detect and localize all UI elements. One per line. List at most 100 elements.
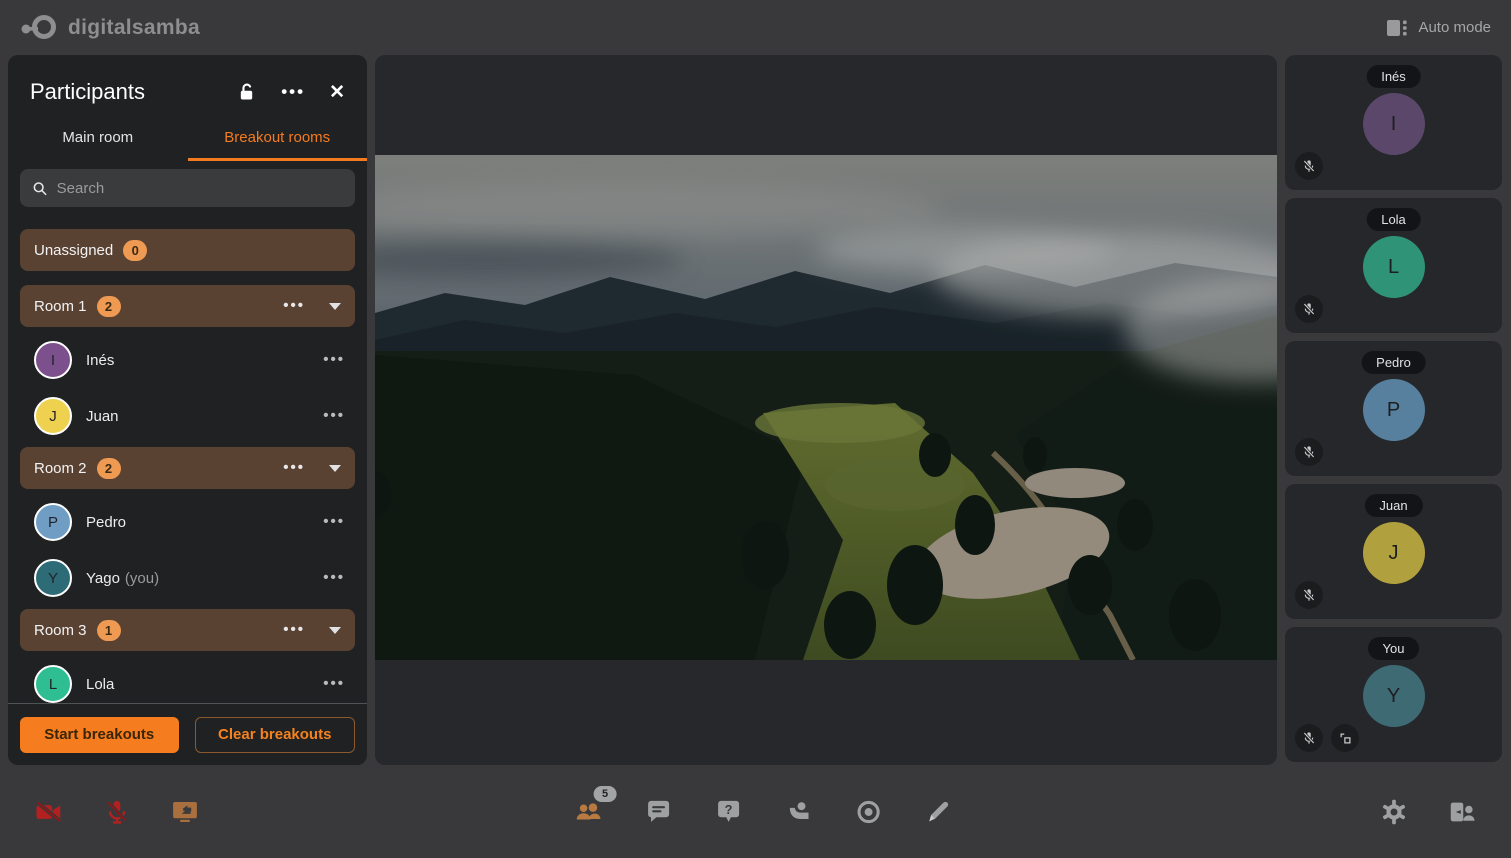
mic-muted-icon <box>1295 152 1323 180</box>
participant-row[interactable]: L Lola ••• <box>20 659 355 709</box>
collapse-room-icon[interactable] <box>329 627 341 634</box>
room-options-icon[interactable]: ••• <box>283 464 305 472</box>
mic-muted-icon <box>1295 438 1323 466</box>
unlock-icon[interactable] <box>236 81 257 103</box>
start-breakouts-button[interactable]: Start breakouts <box>20 717 179 753</box>
panel-title: Participants <box>30 79 236 105</box>
main-stage <box>375 55 1277 765</box>
unassigned-section[interactable]: Unassigned 0 <box>20 229 355 271</box>
room-name: Room 3 <box>34 622 87 639</box>
room-name: Room 2 <box>34 460 87 477</box>
bottom-toolbar: 5 ? <box>0 765 1511 858</box>
participant-name: Inés <box>86 352 114 369</box>
settings-icon[interactable] <box>1379 797 1409 827</box>
avatar: P <box>1363 379 1425 441</box>
room-count-badge: 1 <box>97 620 121 641</box>
collapse-room-icon[interactable] <box>329 465 341 472</box>
shared-video-feed <box>375 155 1277 660</box>
mic-muted-icon <box>1295 581 1323 609</box>
mic-off-icon[interactable] <box>102 797 132 827</box>
participant-name: Juan <box>86 408 119 425</box>
participant-row[interactable]: J Juan ••• <box>20 391 355 441</box>
more-options-icon[interactable]: ••• <box>281 87 305 97</box>
tile-name-badge: Lola <box>1366 208 1421 231</box>
digitalsamba-logo-icon <box>20 15 58 41</box>
room-header[interactable]: Room 1 2 ••• <box>20 285 355 327</box>
participant-name: Pedro <box>86 514 126 531</box>
participant-you-suffix: (you) <box>125 570 159 587</box>
room-header[interactable]: Room 3 1 ••• <box>20 609 355 651</box>
room-options-icon[interactable]: ••• <box>283 626 305 634</box>
unassigned-label: Unassigned <box>34 242 113 259</box>
search-input[interactable] <box>57 180 343 197</box>
participant-options-icon[interactable]: ••• <box>323 412 345 420</box>
tab-main-room[interactable]: Main room <box>8 117 188 161</box>
whiteboard-icon[interactable] <box>923 797 953 827</box>
unassigned-count-badge: 0 <box>123 240 147 261</box>
avatar: L <box>34 665 72 703</box>
mic-muted-icon <box>1295 724 1323 752</box>
mode-label: Auto mode <box>1418 19 1491 36</box>
brand: digitalsamba <box>20 15 200 41</box>
avatar: P <box>34 503 72 541</box>
avatar: L <box>1363 236 1425 298</box>
avatar: I <box>1363 93 1425 155</box>
avatar: Y <box>34 559 72 597</box>
avatar: I <box>34 341 72 379</box>
room-header[interactable]: Room 2 2 ••• <box>20 447 355 489</box>
mic-muted-icon <box>1295 295 1323 323</box>
svg-text:?: ? <box>724 801 732 816</box>
tile-name-badge: You <box>1368 637 1420 660</box>
search-icon <box>32 180 48 197</box>
video-tile[interactable]: Juan J <box>1285 484 1502 619</box>
clear-breakouts-button[interactable]: Clear breakouts <box>195 717 356 753</box>
participant-row[interactable]: I Inés ••• <box>20 335 355 385</box>
avatar: J <box>34 397 72 435</box>
tile-name-badge: Inés <box>1366 65 1421 88</box>
participants-panel: Participants ••• ✕ Main room Breakout ro… <box>8 55 367 765</box>
participant-options-icon[interactable]: ••• <box>323 574 345 582</box>
participants-count-badge: 5 <box>594 786 616 802</box>
panel-tabs: Main room Breakout rooms <box>8 117 367 161</box>
participant-row[interactable]: Y Yago (you) ••• <box>20 553 355 603</box>
participant-tiles: Inés I Lola L Pedro P Juan J You Y <box>1285 55 1502 770</box>
chat-icon[interactable] <box>643 797 673 827</box>
screen-share-icon[interactable] <box>170 797 200 827</box>
tile-name-badge: Pedro <box>1361 351 1426 374</box>
room-options-icon[interactable]: ••• <box>283 302 305 310</box>
panel-header: Participants ••• ✕ <box>8 55 367 115</box>
room-count-badge: 2 <box>97 458 121 479</box>
video-tile[interactable]: Pedro P <box>1285 341 1502 476</box>
panel-footer: Start breakouts Clear breakouts <box>8 703 367 765</box>
brand-name: digitalsamba <box>68 16 200 40</box>
video-tile-self[interactable]: You Y <box>1285 627 1502 762</box>
participants-icon[interactable]: 5 <box>573 797 603 827</box>
picture-in-picture-icon[interactable] <box>1331 724 1359 752</box>
tile-name-badge: Juan <box>1364 494 1422 517</box>
panel-body: Unassigned 0 Room 1 2 ••• I Inés ••• J J… <box>8 161 367 757</box>
close-icon[interactable]: ✕ <box>329 81 345 104</box>
camera-off-icon[interactable] <box>34 797 64 827</box>
tab-breakout-rooms[interactable]: Breakout rooms <box>188 117 368 161</box>
avatar: Y <box>1363 665 1425 727</box>
video-tile[interactable]: Lola L <box>1285 198 1502 333</box>
participant-options-icon[interactable]: ••• <box>323 680 345 688</box>
participant-row[interactable]: P Pedro ••• <box>20 497 355 547</box>
room-name: Room 1 <box>34 298 87 315</box>
layout-auto-icon <box>1385 16 1409 40</box>
qna-icon[interactable]: ? <box>713 797 743 827</box>
participant-options-icon[interactable]: ••• <box>323 518 345 526</box>
participant-name: Yago <box>86 570 120 587</box>
view-mode-control[interactable]: Auto mode <box>1385 16 1491 40</box>
raise-hand-icon[interactable] <box>783 797 813 827</box>
participant-name: Lola <box>86 676 114 693</box>
collapse-room-icon[interactable] <box>329 303 341 310</box>
room-count-badge: 2 <box>97 296 121 317</box>
search-box[interactable] <box>20 169 355 207</box>
top-bar: digitalsamba Auto mode <box>0 0 1511 55</box>
content-layout-icon[interactable] <box>1447 797 1477 827</box>
participant-options-icon[interactable]: ••• <box>323 356 345 364</box>
video-tile[interactable]: Inés I <box>1285 55 1502 190</box>
avatar: J <box>1363 522 1425 584</box>
record-icon[interactable] <box>853 797 883 827</box>
